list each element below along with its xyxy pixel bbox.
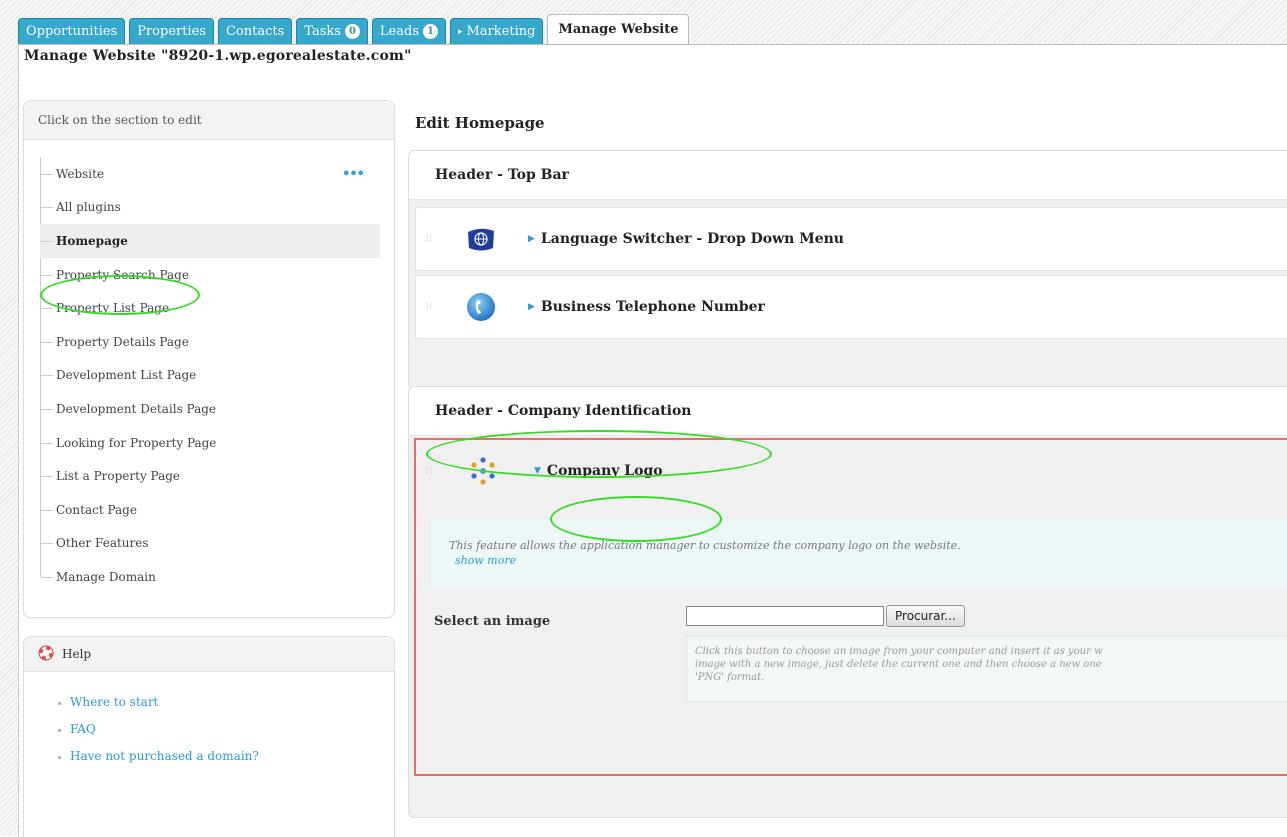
section-title[interactable]: Header - Top Bar bbox=[409, 151, 1287, 200]
sidebar-item-manage-domain[interactable]: Manage Domain bbox=[40, 560, 380, 594]
sidebar-item-label: Other Features bbox=[56, 536, 149, 551]
sidebar-item-label: Website bbox=[56, 166, 105, 181]
drag-handle-icon[interactable]: ⁞⁞ bbox=[426, 234, 436, 243]
image-file-input[interactable] bbox=[686, 606, 884, 626]
tab-contacts[interactable]: Contacts bbox=[217, 18, 293, 44]
sidebar-item-label: Property List Page bbox=[56, 301, 170, 316]
sidebar-item-homepage[interactable]: Homepage bbox=[40, 224, 380, 258]
help-link-where-to-start[interactable]: Where to start bbox=[70, 690, 394, 717]
sidebar-item-other-features[interactable]: Other Features bbox=[40, 527, 380, 561]
sections-nav-header: Click on the section to edit bbox=[24, 101, 394, 140]
help-link-no-domain[interactable]: Have not purchased a domain? bbox=[70, 744, 394, 771]
tasks-count-badge: 0 bbox=[344, 24, 360, 39]
help-header: Help bbox=[24, 637, 394, 672]
sections-tree: Website ••• All plugins Homepage Property… bbox=[40, 157, 380, 594]
company-logo-icon bbox=[466, 454, 500, 488]
tab-label: Marketing bbox=[466, 24, 536, 39]
sidebar-item-label: List a Property Page bbox=[56, 469, 181, 484]
sidebar-item-label: Contact Page bbox=[56, 502, 137, 517]
expand-arrow-icon: ▶ bbox=[528, 234, 535, 244]
drag-handle-icon[interactable]: ⁞⁞ bbox=[426, 302, 436, 311]
sidebar-item-all-plugins[interactable]: All plugins bbox=[40, 191, 380, 225]
feature-language-switcher[interactable]: ⁞⁞ ▶ Language Switcher - Drop Down Menu bbox=[415, 207, 1287, 271]
browse-button[interactable]: Procurar... bbox=[886, 605, 965, 627]
feature-label-text: Company Logo bbox=[546, 463, 663, 479]
sidebar-item-development-details-page[interactable]: Development Details Page bbox=[40, 392, 380, 426]
drag-handle-icon[interactable]: ⁞⁞ bbox=[426, 466, 436, 475]
feature-label[interactable]: ▶ Language Switcher - Drop Down Menu bbox=[528, 231, 844, 247]
feature-label[interactable]: ▶ Business Telephone Number bbox=[528, 299, 765, 315]
tab-label: Opportunities bbox=[26, 24, 118, 39]
tab-label: Contacts bbox=[225, 24, 285, 39]
sidebar-item-looking-for-property-page[interactable]: Looking for Property Page bbox=[40, 426, 380, 460]
main-tab-bar: Opportunities Properties Contacts Tasks 0… bbox=[18, 14, 690, 44]
sidebar-item-property-search-page[interactable]: Property Search Page bbox=[40, 258, 380, 292]
feature-company-logo: ⁞⁞ ▼ Company Logo This feature allows the… bbox=[414, 438, 1287, 776]
tab-label: Manage Website bbox=[558, 22, 679, 37]
hint-line: 'PNG' format. bbox=[695, 672, 765, 683]
tab-label: Leads bbox=[379, 24, 419, 39]
sidebar-item-label: Manage Domain bbox=[56, 569, 156, 584]
select-image-hint: Click this button to choose an image fro… bbox=[686, 636, 1287, 702]
sidebar-item-label: Property Details Page bbox=[56, 334, 189, 349]
show-more-link[interactable]: show more bbox=[455, 554, 1287, 567]
sidebar-item-contact-page[interactable]: Contact Page bbox=[40, 493, 380, 527]
description-text: This feature allows the application mana… bbox=[449, 539, 961, 552]
help-title: Help bbox=[62, 647, 92, 661]
feature-business-telephone[interactable]: ⁞⁞ ▶ Business Telephone Number bbox=[415, 275, 1287, 339]
tab-manage-website[interactable]: Manage Website bbox=[547, 14, 690, 44]
help-links: Where to start FAQ Have not purchased a … bbox=[24, 690, 394, 771]
sections-nav-box: Click on the section to edit Website ••• … bbox=[23, 100, 395, 618]
sidebar-item-label: Homepage bbox=[56, 233, 128, 248]
chevron-right-icon: ▸ bbox=[458, 26, 463, 37]
hint-line: Click this button to choose an image fro… bbox=[695, 646, 1103, 657]
hint-line: image with a new image, just delete the … bbox=[695, 659, 1102, 670]
sidebar-item-label: Property Search Page bbox=[56, 267, 189, 282]
tab-label: Tasks bbox=[304, 24, 341, 39]
feature-label-text: Business Telephone Number bbox=[540, 299, 765, 315]
globe-flag-icon bbox=[464, 222, 498, 256]
telephone-icon bbox=[464, 290, 498, 324]
sidebar-item-property-details-page[interactable]: Property Details Page bbox=[40, 325, 380, 359]
select-image-label: Select an image bbox=[434, 614, 551, 629]
leads-count-badge: 1 bbox=[423, 24, 438, 39]
section-header-top-bar: Header - Top Bar ⁞⁞ ▶ Language Switcher -… bbox=[408, 150, 1287, 390]
more-options-icon[interactable]: ••• bbox=[342, 166, 365, 181]
page-title: Manage Website "8920-1.wp.egorealestate.… bbox=[24, 48, 412, 64]
expand-arrow-icon: ▼ bbox=[534, 466, 541, 476]
sidebar-item-label: Development Details Page bbox=[56, 401, 217, 416]
lifebuoy-icon bbox=[38, 645, 54, 664]
company-logo-header[interactable]: ⁞⁞ ▼ Company Logo bbox=[416, 440, 1287, 502]
section-title[interactable]: Header - Company Identification bbox=[409, 387, 1287, 436]
feature-label-text: Language Switcher - Drop Down Menu bbox=[540, 231, 844, 247]
tab-tasks[interactable]: Tasks 0 bbox=[296, 18, 368, 44]
tab-marketing[interactable]: ▸ Marketing bbox=[450, 18, 544, 44]
sidebar-item-list-a-property-page[interactable]: List a Property Page bbox=[40, 459, 380, 493]
tab-opportunities[interactable]: Opportunities bbox=[18, 18, 126, 44]
feature-label[interactable]: ▼ Company Logo bbox=[534, 463, 663, 479]
sidebar-item-label: All plugins bbox=[56, 200, 121, 215]
tab-label: Properties bbox=[137, 24, 206, 39]
sidebar-item-property-list-page[interactable]: Property List Page bbox=[40, 291, 380, 325]
feature-description: This feature allows the application mana… bbox=[430, 518, 1287, 590]
help-link-faq[interactable]: FAQ bbox=[70, 717, 394, 744]
tab-leads[interactable]: Leads 1 bbox=[371, 18, 446, 44]
sidebar-item-label: Development List Page bbox=[56, 368, 197, 383]
tab-properties[interactable]: Properties bbox=[129, 18, 214, 44]
expand-arrow-icon: ▶ bbox=[528, 302, 535, 312]
help-box: Help Where to start FAQ Have not purchas… bbox=[23, 636, 395, 837]
sidebar-item-website[interactable]: Website ••• bbox=[40, 157, 380, 191]
sidebar-item-development-list-page[interactable]: Development List Page bbox=[40, 359, 380, 393]
edit-homepage-title: Edit Homepage bbox=[415, 114, 545, 132]
sidebar-item-label: Looking for Property Page bbox=[56, 435, 217, 450]
